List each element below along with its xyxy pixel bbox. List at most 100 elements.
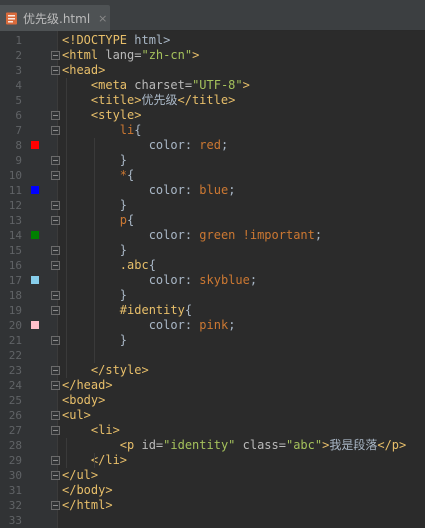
fold-end-icon[interactable] [51,216,60,225]
code-token: "UTF-8" [192,78,243,92]
code-token: { [127,168,135,182]
fold-end-icon[interactable] [51,156,60,165]
fold-open-icon[interactable] [51,66,60,75]
line-number: 20 [8,319,22,332]
fold-end-icon[interactable] [51,291,60,300]
indent-guide [66,438,67,468]
code-token: #identity [119,303,185,317]
code-token: <li> [90,423,120,437]
code-token: { [148,258,156,272]
fold-open-icon[interactable] [51,426,60,435]
code-line[interactable]: <head> [62,63,105,78]
fold-open-icon[interactable] [51,111,60,120]
code-token: pink [199,318,229,332]
fold-end-icon[interactable] [51,456,60,465]
line-number: 29 [8,454,22,467]
line-number: 6 [15,109,22,122]
code-line[interactable]: li{ [62,123,142,138]
code-token: 优先级 [141,93,178,107]
code-line[interactable]: </html> [62,498,113,513]
color-swatch-green[interactable] [31,231,39,239]
line-number: 3 [15,64,22,77]
line-number: 15 [8,244,22,257]
code-token: <meta [90,78,128,92]
code-token: { [127,213,135,227]
code-token: skyblue [199,273,250,287]
code-line[interactable]: color: green !important; [62,228,322,243]
code-line[interactable]: <title>优先级</title> [62,93,235,108]
code-line[interactable]: <body> [62,393,105,408]
fold-end-icon[interactable] [51,306,60,315]
code-token: <html [62,48,99,62]
code-line[interactable]: color: red; [62,138,229,153]
line-number: 24 [8,379,22,392]
code-token: color [148,273,185,287]
fold-end-icon[interactable] [51,171,60,180]
code-line[interactable]: #identity{ [62,303,192,318]
color-swatch-red[interactable] [31,141,39,149]
code-token: ; [249,273,258,287]
line-number: 19 [8,304,22,317]
code-line[interactable]: </ul> [62,468,98,483]
line-number: 30 [8,469,22,482]
fold-end-icon[interactable] [51,126,60,135]
tab-title: 优先级.html [23,11,91,26]
code-line[interactable]: color: blue; [62,183,236,198]
line-number: 14 [8,229,22,242]
code-line[interactable]: *{ [62,168,134,183]
code-token: ; [220,138,229,152]
fold-end-icon[interactable] [51,366,60,375]
fold-end-icon[interactable] [51,381,60,390]
code-line[interactable]: <meta charset="UTF-8"> [62,78,250,93]
code-line[interactable]: color: pink; [62,318,236,333]
code-token: color [148,138,185,152]
code-token: </html> [62,498,113,512]
fold-open-icon[interactable] [51,411,60,420]
code-token: <ul> [62,408,91,422]
line-number: 9 [15,154,22,167]
code-line[interactable]: <li> [62,423,120,438]
code-token: > [192,48,200,62]
code-line[interactable]: </head> [62,378,113,393]
fold-end-icon[interactable] [51,201,60,210]
code-line[interactable]: </body> [62,483,113,498]
fold-end-icon[interactable] [51,336,60,345]
code-token: green !important [199,228,315,242]
color-swatch-blue[interactable] [31,186,39,194]
color-swatch-pink[interactable] [31,321,39,329]
code-line[interactable]: </style> [62,363,149,378]
tab-file[interactable]: 优先级.html × [0,5,110,31]
color-swatch-skyblue[interactable] [31,276,39,284]
code-token: : [184,228,200,242]
code-line[interactable]: <html lang="zh-cn"> [62,48,199,63]
close-icon[interactable]: × [98,13,107,24]
fold-end-icon[interactable] [51,471,60,480]
fold-end-icon[interactable] [51,261,60,270]
fold-end-icon[interactable] [51,246,60,255]
code-editor[interactable]: 1 <!DOCTYPE html> 2 <html lang="zh-cn"> 3 <he… [0,31,425,528]
code-line[interactable]: <p id="identity" class="abc">我是段落</p> [62,438,406,453]
code-token: .abc [119,258,149,272]
code-token: ; [228,183,236,197]
fold-open-icon[interactable] [51,51,60,60]
fold-end-icon[interactable] [51,501,60,510]
code-line[interactable]: <!DOCTYPE html> [62,33,170,48]
code-token: </p> [377,438,407,452]
line-number: 7 [15,124,22,137]
code-token: html> [127,33,171,47]
code-token: <p [119,438,135,452]
code-token: : [184,318,200,332]
code-line[interactable]: <style> [62,108,142,123]
code-line[interactable]: p{ [62,213,134,228]
code-line[interactable]: <ul> [62,408,91,423]
code-line[interactable]: color: skyblue; [62,273,257,288]
code-token: </title> [177,93,236,107]
code-token: </style> [90,363,149,377]
code-line[interactable]: .abc{ [62,258,156,273]
